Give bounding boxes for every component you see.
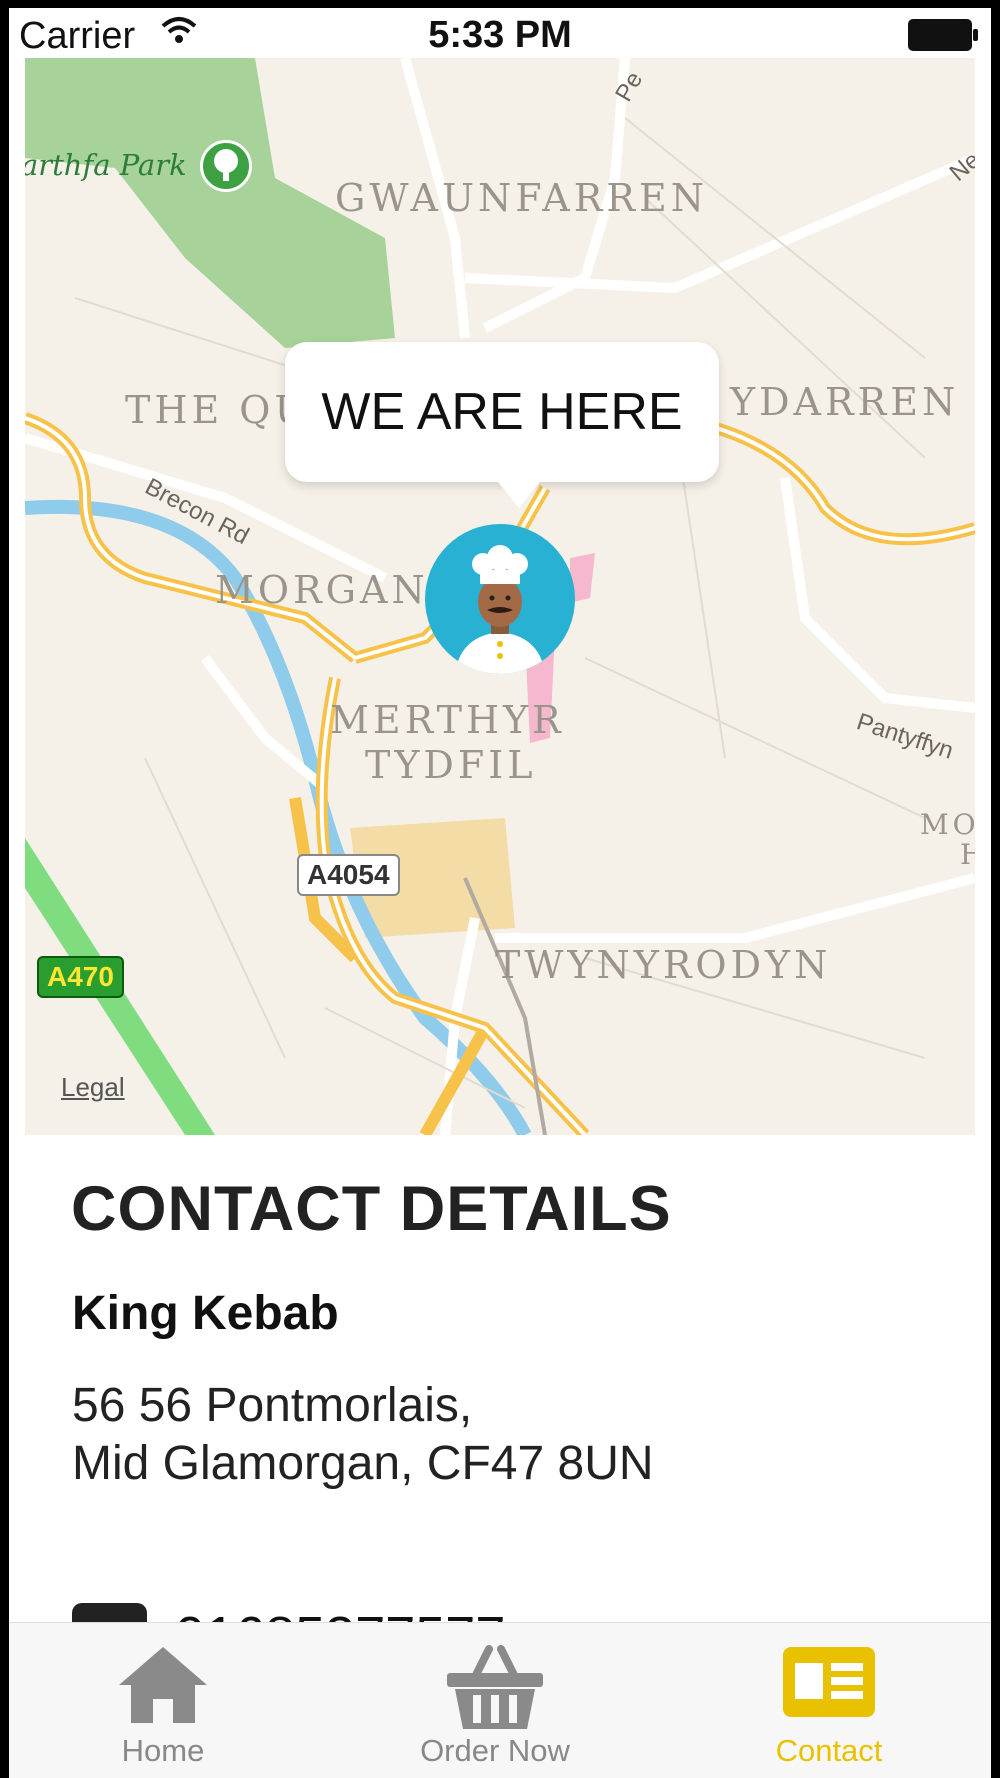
place-label: MORGAN xyxy=(215,568,429,612)
chef-pin-icon[interactable] xyxy=(425,524,575,674)
map-callout[interactable]: WE ARE HERE xyxy=(285,342,719,482)
address-line-1: 56 56 Pontmorlais, xyxy=(72,1379,473,1432)
contact-details-heading: CONTACT DETAILS xyxy=(71,1174,672,1244)
place-label: MO xyxy=(920,808,975,841)
battery-icon xyxy=(908,19,978,51)
road-shield-a4054: A4054 xyxy=(297,854,400,896)
tab-home[interactable]: Home xyxy=(43,1623,283,1778)
park-tree-icon xyxy=(200,140,252,192)
basket-icon xyxy=(447,1645,543,1729)
place-label: GWAUNFARREN xyxy=(335,176,708,220)
legal-link[interactable]: Legal xyxy=(61,1072,125,1103)
tab-label: Contact xyxy=(775,1733,883,1768)
tab-bar: Home Order Now Contact xyxy=(9,1622,991,1778)
home-icon xyxy=(119,1647,207,1723)
tab-label: Order Now xyxy=(420,1733,570,1768)
contact-card-icon xyxy=(783,1647,875,1717)
place-label: TYDFIL xyxy=(365,743,537,787)
app-screen: Carrier 5:33 PM arthfa Park GWAUNFARREN … xyxy=(9,8,991,1778)
map-view[interactable]: arthfa Park GWAUNFARREN THE QUA YDARREN … xyxy=(25,58,975,1135)
status-bar: Carrier 5:33 PM xyxy=(9,8,991,58)
status-time: 5:33 PM xyxy=(428,14,572,56)
tab-label: Home xyxy=(121,1733,205,1768)
address-line-2: Mid Glamorgan, CF47 8UN xyxy=(72,1437,654,1490)
tab-contact[interactable]: Contact xyxy=(709,1623,949,1778)
place-label: MERTHYR xyxy=(330,698,565,742)
tab-order-now[interactable]: Order Now xyxy=(375,1623,615,1778)
callout-tail xyxy=(495,478,543,508)
business-name: King Kebab xyxy=(72,1287,339,1340)
road-shield-a470: A470 xyxy=(37,956,124,998)
park-label: arthfa Park xyxy=(25,148,187,182)
place-label: H xyxy=(960,838,975,871)
place-label: YDARREN xyxy=(730,380,960,424)
place-label: TWYNYRODYN xyxy=(495,943,832,987)
